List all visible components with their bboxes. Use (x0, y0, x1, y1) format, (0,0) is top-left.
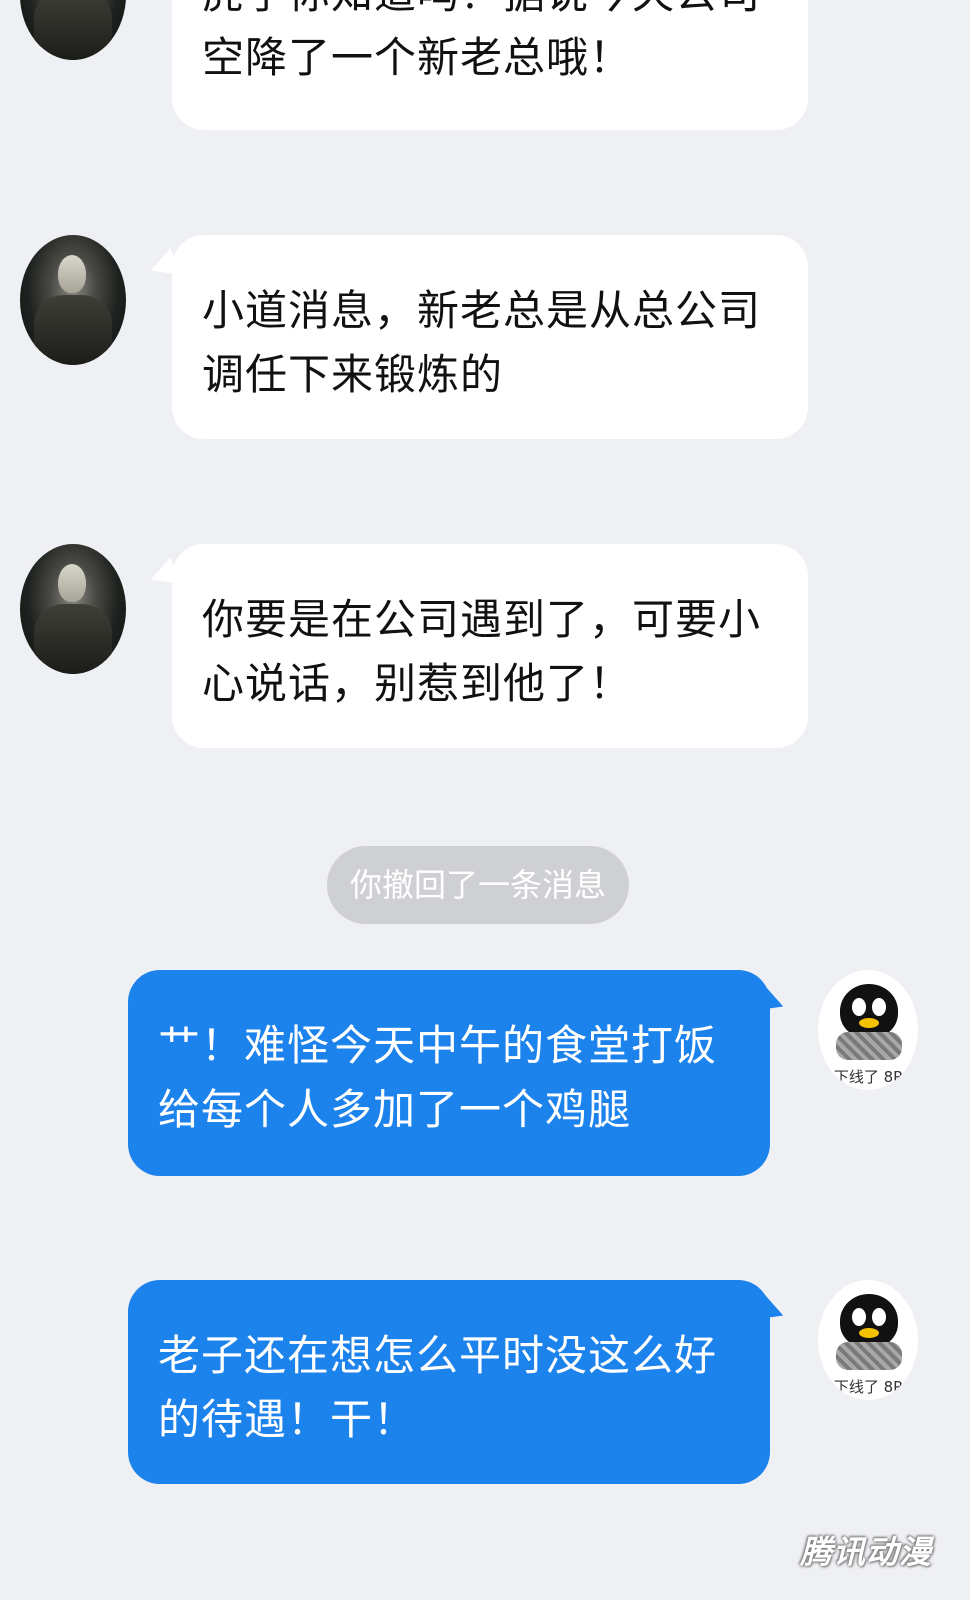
contact-avatar[interactable] (20, 0, 126, 60)
penguin-scarf (836, 1032, 902, 1060)
penguin-eye (852, 1308, 866, 1326)
message-line: 艹！难怪今天中午的食堂打饭 (158, 1021, 718, 1070)
self-avatar[interactable]: 下线了 8P (818, 1280, 918, 1400)
penguin-eye (852, 998, 866, 1016)
chat-view[interactable]: 虎子你知道吗？据说今天公司 空降了一个新老总哦！ 小道消息，新老总是从总公司 调… (0, 0, 970, 1600)
incoming-message[interactable]: 小道消息，新老总是从总公司 调任下来锻炼的 (172, 235, 808, 439)
outgoing-message[interactable]: 老子还在想怎么平时没这么好 的待遇！干！ (128, 1280, 770, 1484)
message-line: 的待遇！干！ (158, 1395, 417, 1444)
penguin-eye (872, 998, 886, 1016)
message-line: 心说话，别惹到他了！ (202, 659, 633, 708)
self-avatar[interactable]: 下线了 8P (818, 970, 918, 1090)
outgoing-message[interactable]: 艹！难怪今天中午的食堂打饭 给每个人多加了一个鸡腿 (128, 970, 770, 1176)
avatar-face (58, 255, 86, 293)
penguin-icon (840, 984, 898, 1038)
message-line: 虎子你知道吗？据说今天公司 (202, 0, 778, 26)
avatar-face (58, 564, 86, 602)
message-line: 给每个人多加了一个鸡腿 (158, 1085, 632, 1134)
watermark-logo: 腾讯动漫 (800, 1533, 933, 1571)
recall-notice: 你撤回了一条消息 (327, 846, 629, 924)
penguin-eye (872, 1308, 886, 1326)
message-line: 小道消息，新老总是从总公司 (202, 286, 762, 335)
penguin-icon (840, 1294, 898, 1348)
contact-avatar[interactable] (20, 235, 126, 365)
penguin-beak (859, 1018, 879, 1028)
penguin-beak (859, 1328, 879, 1338)
avatar-body (34, 295, 112, 365)
message-line: 你要是在公司遇到了，可要小 (202, 595, 762, 644)
avatar-body (34, 604, 112, 674)
avatar-caption: 下线了 8P (833, 1068, 903, 1086)
message-line: 空降了一个新老总哦！ (202, 33, 633, 82)
avatar-caption: 下线了 8P (833, 1378, 903, 1396)
contact-avatar[interactable] (20, 544, 126, 674)
incoming-message[interactable]: 你要是在公司遇到了，可要小 心说话，别惹到他了！ (172, 544, 808, 748)
penguin-scarf (836, 1342, 902, 1370)
incoming-message[interactable]: 虎子你知道吗？据说今天公司 空降了一个新老总哦！ (172, 0, 808, 130)
message-line: 调任下来锻炼的 (202, 350, 504, 399)
avatar-body (34, 0, 112, 60)
message-line: 老子还在想怎么平时没这么好 (158, 1331, 718, 1380)
